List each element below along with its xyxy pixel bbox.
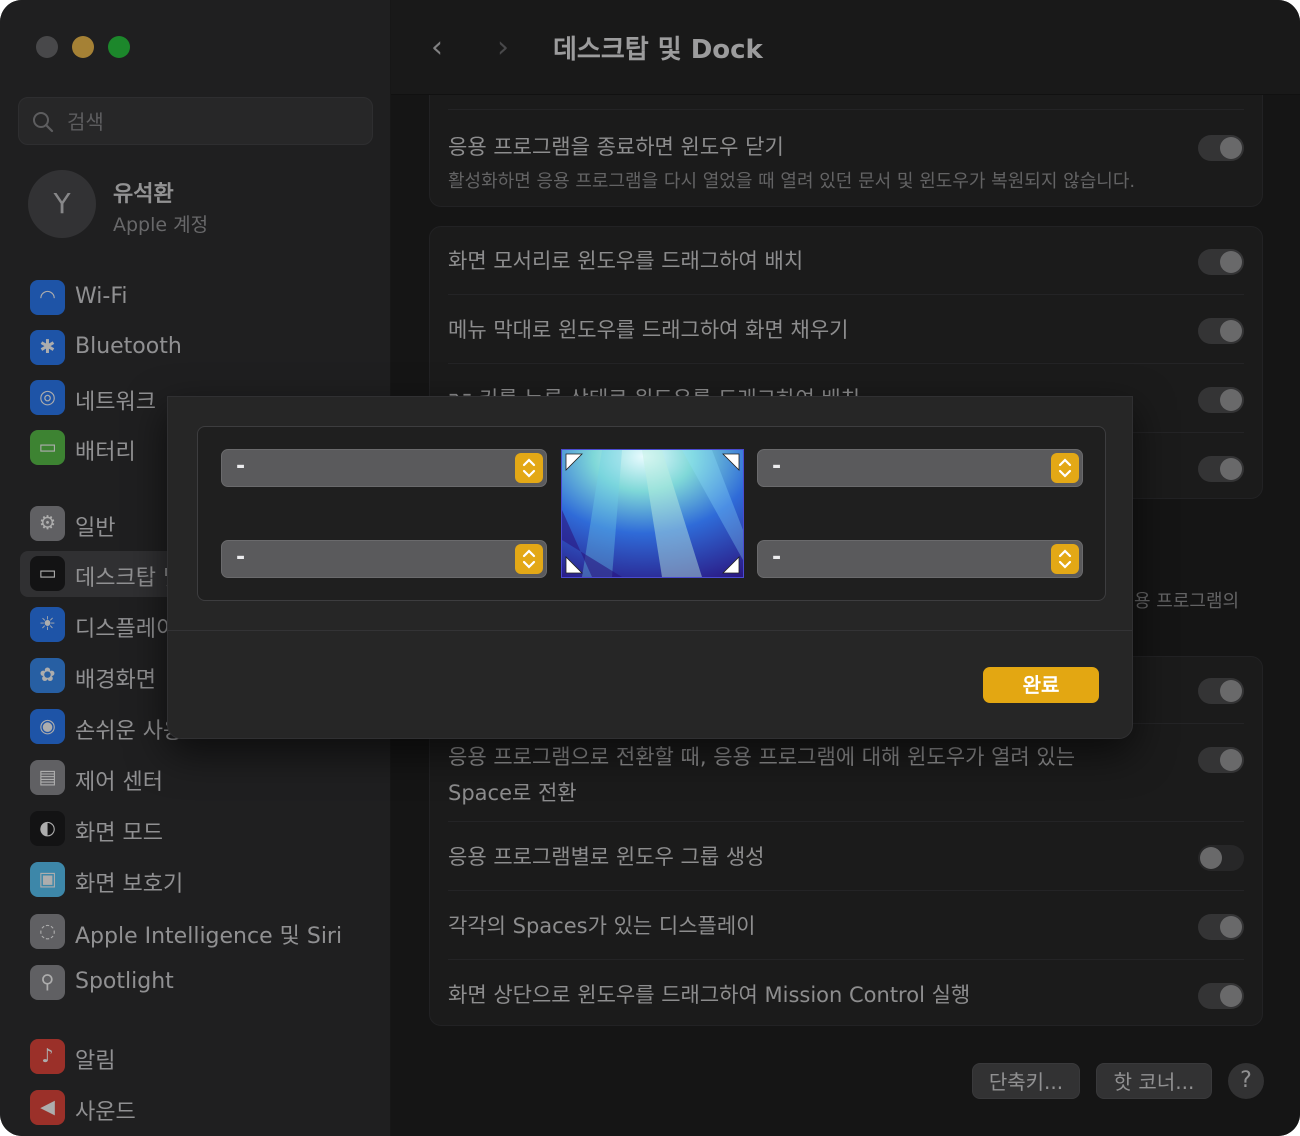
select-value: - — [236, 454, 246, 479]
chevron-updown-icon — [515, 544, 543, 574]
done-button[interactable]: 완료 — [983, 667, 1099, 703]
divider — [168, 630, 1132, 631]
select-value: - — [772, 454, 782, 479]
top-right-corner-select[interactable]: - — [757, 449, 1083, 487]
bottom-right-corner-select[interactable]: - — [757, 540, 1083, 578]
chevron-updown-icon — [515, 453, 543, 483]
top-left-corner-select[interactable]: - — [221, 449, 547, 487]
wallpaper-preview — [561, 449, 744, 578]
select-value: - — [772, 545, 782, 570]
desktop-preview-image — [562, 450, 743, 577]
settings-window: Y 유석환 Apple 계정 ◠Wi-Fi✱Bluetooth◎네트워크▭배터리… — [0, 0, 1300, 1136]
select-value: - — [236, 545, 246, 570]
bottom-left-corner-select[interactable]: - — [221, 540, 547, 578]
chevron-updown-icon — [1051, 453, 1079, 483]
hot-corners-sheet: - - - - 완료 — [167, 396, 1133, 739]
chevron-updown-icon — [1051, 544, 1079, 574]
